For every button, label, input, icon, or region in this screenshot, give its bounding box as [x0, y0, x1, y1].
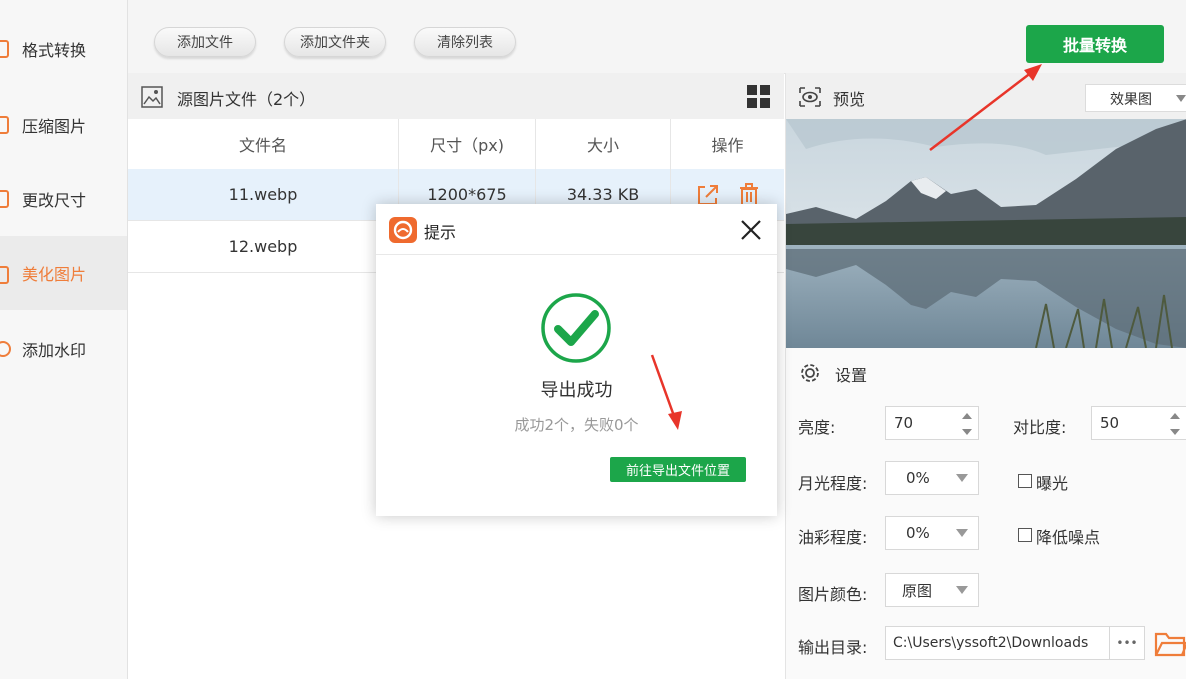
- arrow-to-batch-button: [929, 64, 1042, 151]
- annotation-arrows: [650, 64, 1042, 430]
- arrow-to-dialog-detail: [650, 354, 682, 430]
